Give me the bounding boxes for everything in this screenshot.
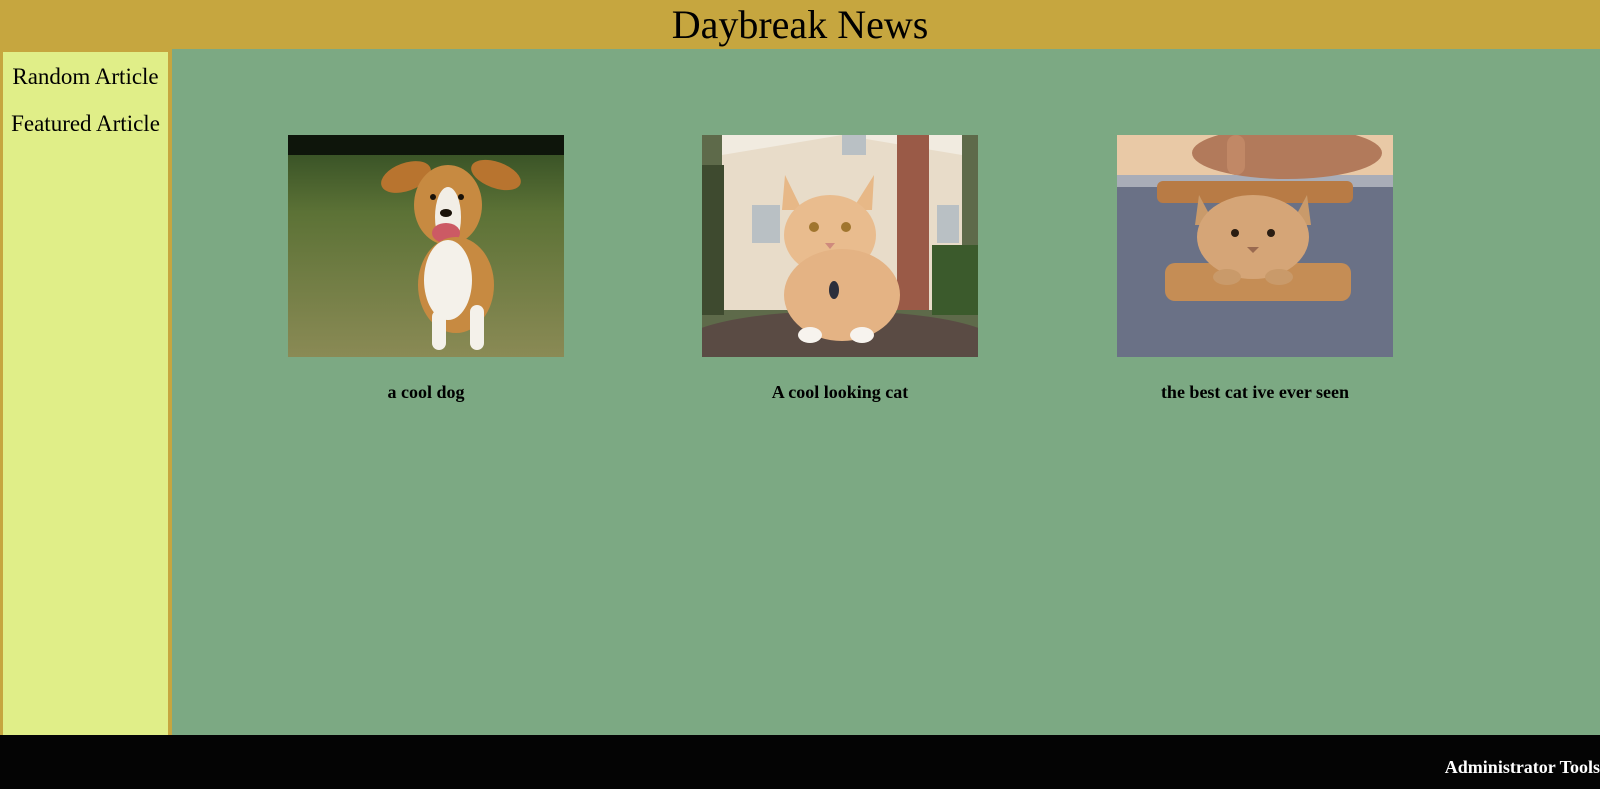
- article-caption[interactable]: a cool dog: [288, 382, 564, 402]
- sidebar: Random Article Featured Article: [0, 49, 172, 735]
- sidebar-item-featured-article[interactable]: Featured Article: [3, 110, 168, 137]
- site-footer: Administrator Tools: [0, 735, 1600, 789]
- main-content: a cool dog A cool looking cat the best c…: [179, 49, 1600, 735]
- dog-photo[interactable]: [288, 135, 564, 357]
- article-caption[interactable]: A cool looking cat: [702, 382, 978, 402]
- page: Daybreak News Random Article Featured Ar…: [0, 0, 1600, 789]
- article-card-cat[interactable]: A cool looking cat: [702, 135, 978, 402]
- article-caption[interactable]: the best cat ive ever seen: [1117, 382, 1393, 402]
- article-card-bread-cat[interactable]: the best cat ive ever seen: [1117, 135, 1393, 402]
- site-title: Daybreak News: [671, 2, 929, 47]
- sidebar-item-random-article[interactable]: Random Article: [3, 63, 168, 90]
- site-header: Daybreak News: [0, 0, 1600, 49]
- administrator-tools-link[interactable]: Administrator Tools: [1445, 757, 1600, 778]
- bread-cat-photo[interactable]: [1117, 135, 1393, 357]
- cat-photo[interactable]: [702, 135, 978, 357]
- article-card-dog[interactable]: a cool dog: [288, 135, 564, 402]
